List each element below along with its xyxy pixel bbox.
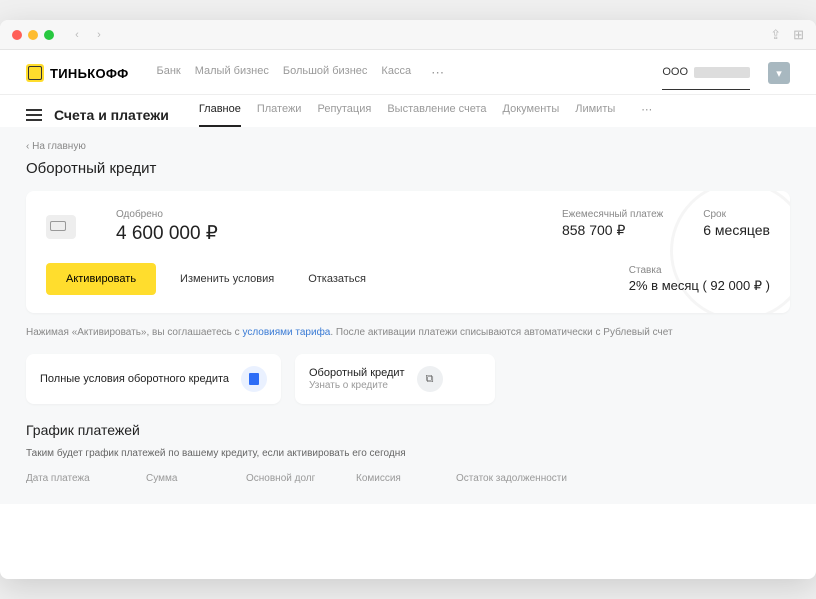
topnav-bank[interactable]: Банк (156, 65, 180, 81)
approved-label: Одобрено (116, 209, 218, 220)
page-title: Счета и платежи (54, 107, 169, 123)
watermark-icon (670, 191, 790, 313)
col-principal: Основной долг (246, 473, 356, 484)
topnav-more-icon[interactable]: ⋯ (431, 65, 444, 81)
col-date: Дата платежа (26, 473, 146, 484)
decline-button[interactable]: Отказаться (298, 265, 376, 293)
learn-credit-card[interactable]: Оборотный кредит Узнать о кредите ⧉ (295, 354, 495, 404)
learn-credit-title: Оборотный кредит (309, 367, 405, 379)
change-terms-button[interactable]: Изменить условия (170, 265, 284, 293)
full-terms-title: Полные условия оборотного кредита (40, 373, 229, 385)
schedule-heading: График платежей (26, 422, 790, 438)
topnav-big-biz[interactable]: Большой бизнес (283, 65, 368, 81)
tabs-icon[interactable]: ⊞ (793, 27, 804, 43)
topnav-kassa[interactable]: Касса (381, 65, 411, 81)
full-terms-card[interactable]: Полные условия оборотного кредита (26, 354, 281, 404)
window-titlebar: ‹ › ⇪ ⊞ (0, 20, 816, 50)
tab-payments[interactable]: Платежи (257, 103, 302, 127)
credit-offer-card: Одобрено 4 600 000 ₽ Ежемесячный платеж … (26, 191, 790, 313)
col-commission: Комиссия (356, 473, 456, 484)
maximize-window-icon[interactable] (44, 30, 54, 40)
activate-button[interactable]: Активировать (46, 263, 156, 295)
back-link[interactable]: ‹ На главную (26, 141, 790, 152)
account-name-redacted (694, 67, 750, 78)
monthly-label: Ежемесячный платеж (562, 209, 663, 220)
schedule-subtext: Таким будет график платежей по вашему кр… (26, 448, 790, 459)
shield-icon (26, 64, 44, 82)
tab-documents[interactable]: Документы (503, 103, 560, 127)
schedule-table-header: Дата платежа Сумма Основной долг Комисси… (26, 473, 790, 484)
menu-icon[interactable] (26, 109, 42, 121)
page-heading: Оборотный кредит (26, 160, 790, 177)
nav-back-button[interactable]: ‹ (68, 26, 86, 44)
tab-reputation[interactable]: Репутация (317, 103, 371, 127)
col-sum: Сумма (146, 473, 246, 484)
nav-forward-button[interactable]: › (90, 26, 108, 44)
link-icon: ⧉ (417, 366, 443, 392)
tab-limits[interactable]: Лимиты (575, 103, 615, 127)
close-window-icon[interactable] (12, 30, 22, 40)
tab-invoice[interactable]: Выставление счета (387, 103, 486, 127)
topnav-small-biz[interactable]: Малый бизнес (195, 65, 269, 81)
document-icon (241, 366, 267, 392)
account-selector[interactable]: ООО (662, 66, 750, 80)
monthly-value: 858 700 ₽ (562, 222, 663, 239)
disclaimer-text: Нажимая «Активировать», вы соглашаетесь … (26, 325, 790, 340)
approved-value: 4 600 000 ₽ (116, 222, 218, 245)
account-prefix: ООО (662, 66, 688, 78)
tabs: Главное Платежи Репутация Выставление сч… (199, 103, 652, 127)
user-menu-button[interactable]: ▾ (768, 62, 790, 84)
tabs-more-icon[interactable]: ⋯ (641, 103, 652, 127)
tab-main[interactable]: Главное (199, 103, 241, 127)
tariff-terms-link[interactable]: условиями тарифа (242, 327, 330, 338)
wallet-icon (46, 215, 76, 239)
col-balance: Остаток задолженности (456, 473, 790, 484)
top-nav: Банк Малый бизнес Большой бизнес Касса ⋯ (156, 65, 444, 81)
minimize-window-icon[interactable] (28, 30, 38, 40)
learn-credit-sub: Узнать о кредите (309, 380, 405, 391)
brand-name: ТИНЬКОФФ (50, 66, 128, 81)
brand-logo[interactable]: ТИНЬКОФФ (26, 64, 128, 82)
share-icon[interactable]: ⇪ (770, 27, 781, 43)
